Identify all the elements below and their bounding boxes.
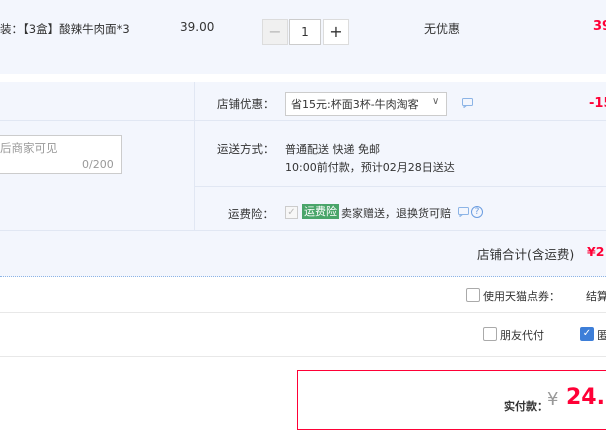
tmall-points-checkbox[interactable] — [466, 288, 480, 302]
chat-bubble-icon[interactable] — [458, 206, 469, 220]
decrease-quantity-button[interactable]: − — [262, 19, 288, 45]
question-icon[interactable]: ? — [471, 206, 483, 218]
insurance-badge: 运费险 — [302, 204, 339, 219]
increase-quantity-button[interactable]: + — [323, 19, 349, 45]
chat-bubble-icon[interactable] — [462, 97, 473, 111]
insurance-label: 运费险： — [228, 207, 274, 221]
chevron-down-icon: ∨ — [432, 96, 440, 107]
shipping-estimate: 10:00前付款，预计02月28日送达 — [285, 161, 455, 174]
anonymous-checkbox[interactable]: ✓ — [580, 327, 594, 341]
item-name[interactable]: 装：【3盒】酸辣牛肉面*3 — [0, 21, 130, 37]
message-placeholder: 后商家可见 — [0, 141, 58, 155]
item-discount: 无优惠 — [424, 22, 461, 36]
payment-amount: 24.0 — [566, 385, 606, 410]
quantity-input[interactable]: 1 — [289, 19, 321, 45]
divider — [195, 186, 606, 187]
message-char-count: 0/200 — [82, 158, 114, 171]
divider — [0, 120, 194, 121]
friend-pay-label: 朋友代付 — [500, 329, 544, 342]
divider — [195, 120, 606, 121]
shop-total-label: 店铺合计(含运费) — [477, 247, 575, 262]
divider — [0, 356, 606, 357]
insurance-description: 卖家赠送，退换货可赔 — [341, 207, 451, 220]
friend-pay-checkbox[interactable] — [483, 327, 497, 341]
shop-coupon-selected: 省15元:杯面3杯-牛肉淘客 — [291, 98, 419, 111]
shipping-method: 普通配送 快递 免邮 — [285, 143, 380, 156]
options-divider — [194, 82, 195, 230]
divider — [0, 230, 606, 231]
shipping-label: 运送方式： — [217, 142, 275, 156]
checkout-label: 结算 — [586, 290, 606, 303]
tmall-points-label: 使用天猫点券： — [483, 290, 560, 303]
shop-coupon-label: 店铺优惠： — [217, 97, 275, 111]
payment-label: 实付款： — [504, 400, 548, 413]
anonymous-label: 匿 — [597, 329, 606, 342]
insurance-checkbox[interactable]: ✓ — [285, 206, 298, 219]
divider — [0, 312, 606, 313]
item-subtotal: 39 — [593, 19, 606, 34]
shop-total-value: ¥2 — [587, 244, 605, 259]
payment-currency: ¥ — [547, 389, 559, 410]
item-unit-price: 39.00 — [180, 20, 215, 34]
payment-summary-box — [297, 370, 606, 430]
shop-discount-amount: -15 — [589, 96, 606, 111]
